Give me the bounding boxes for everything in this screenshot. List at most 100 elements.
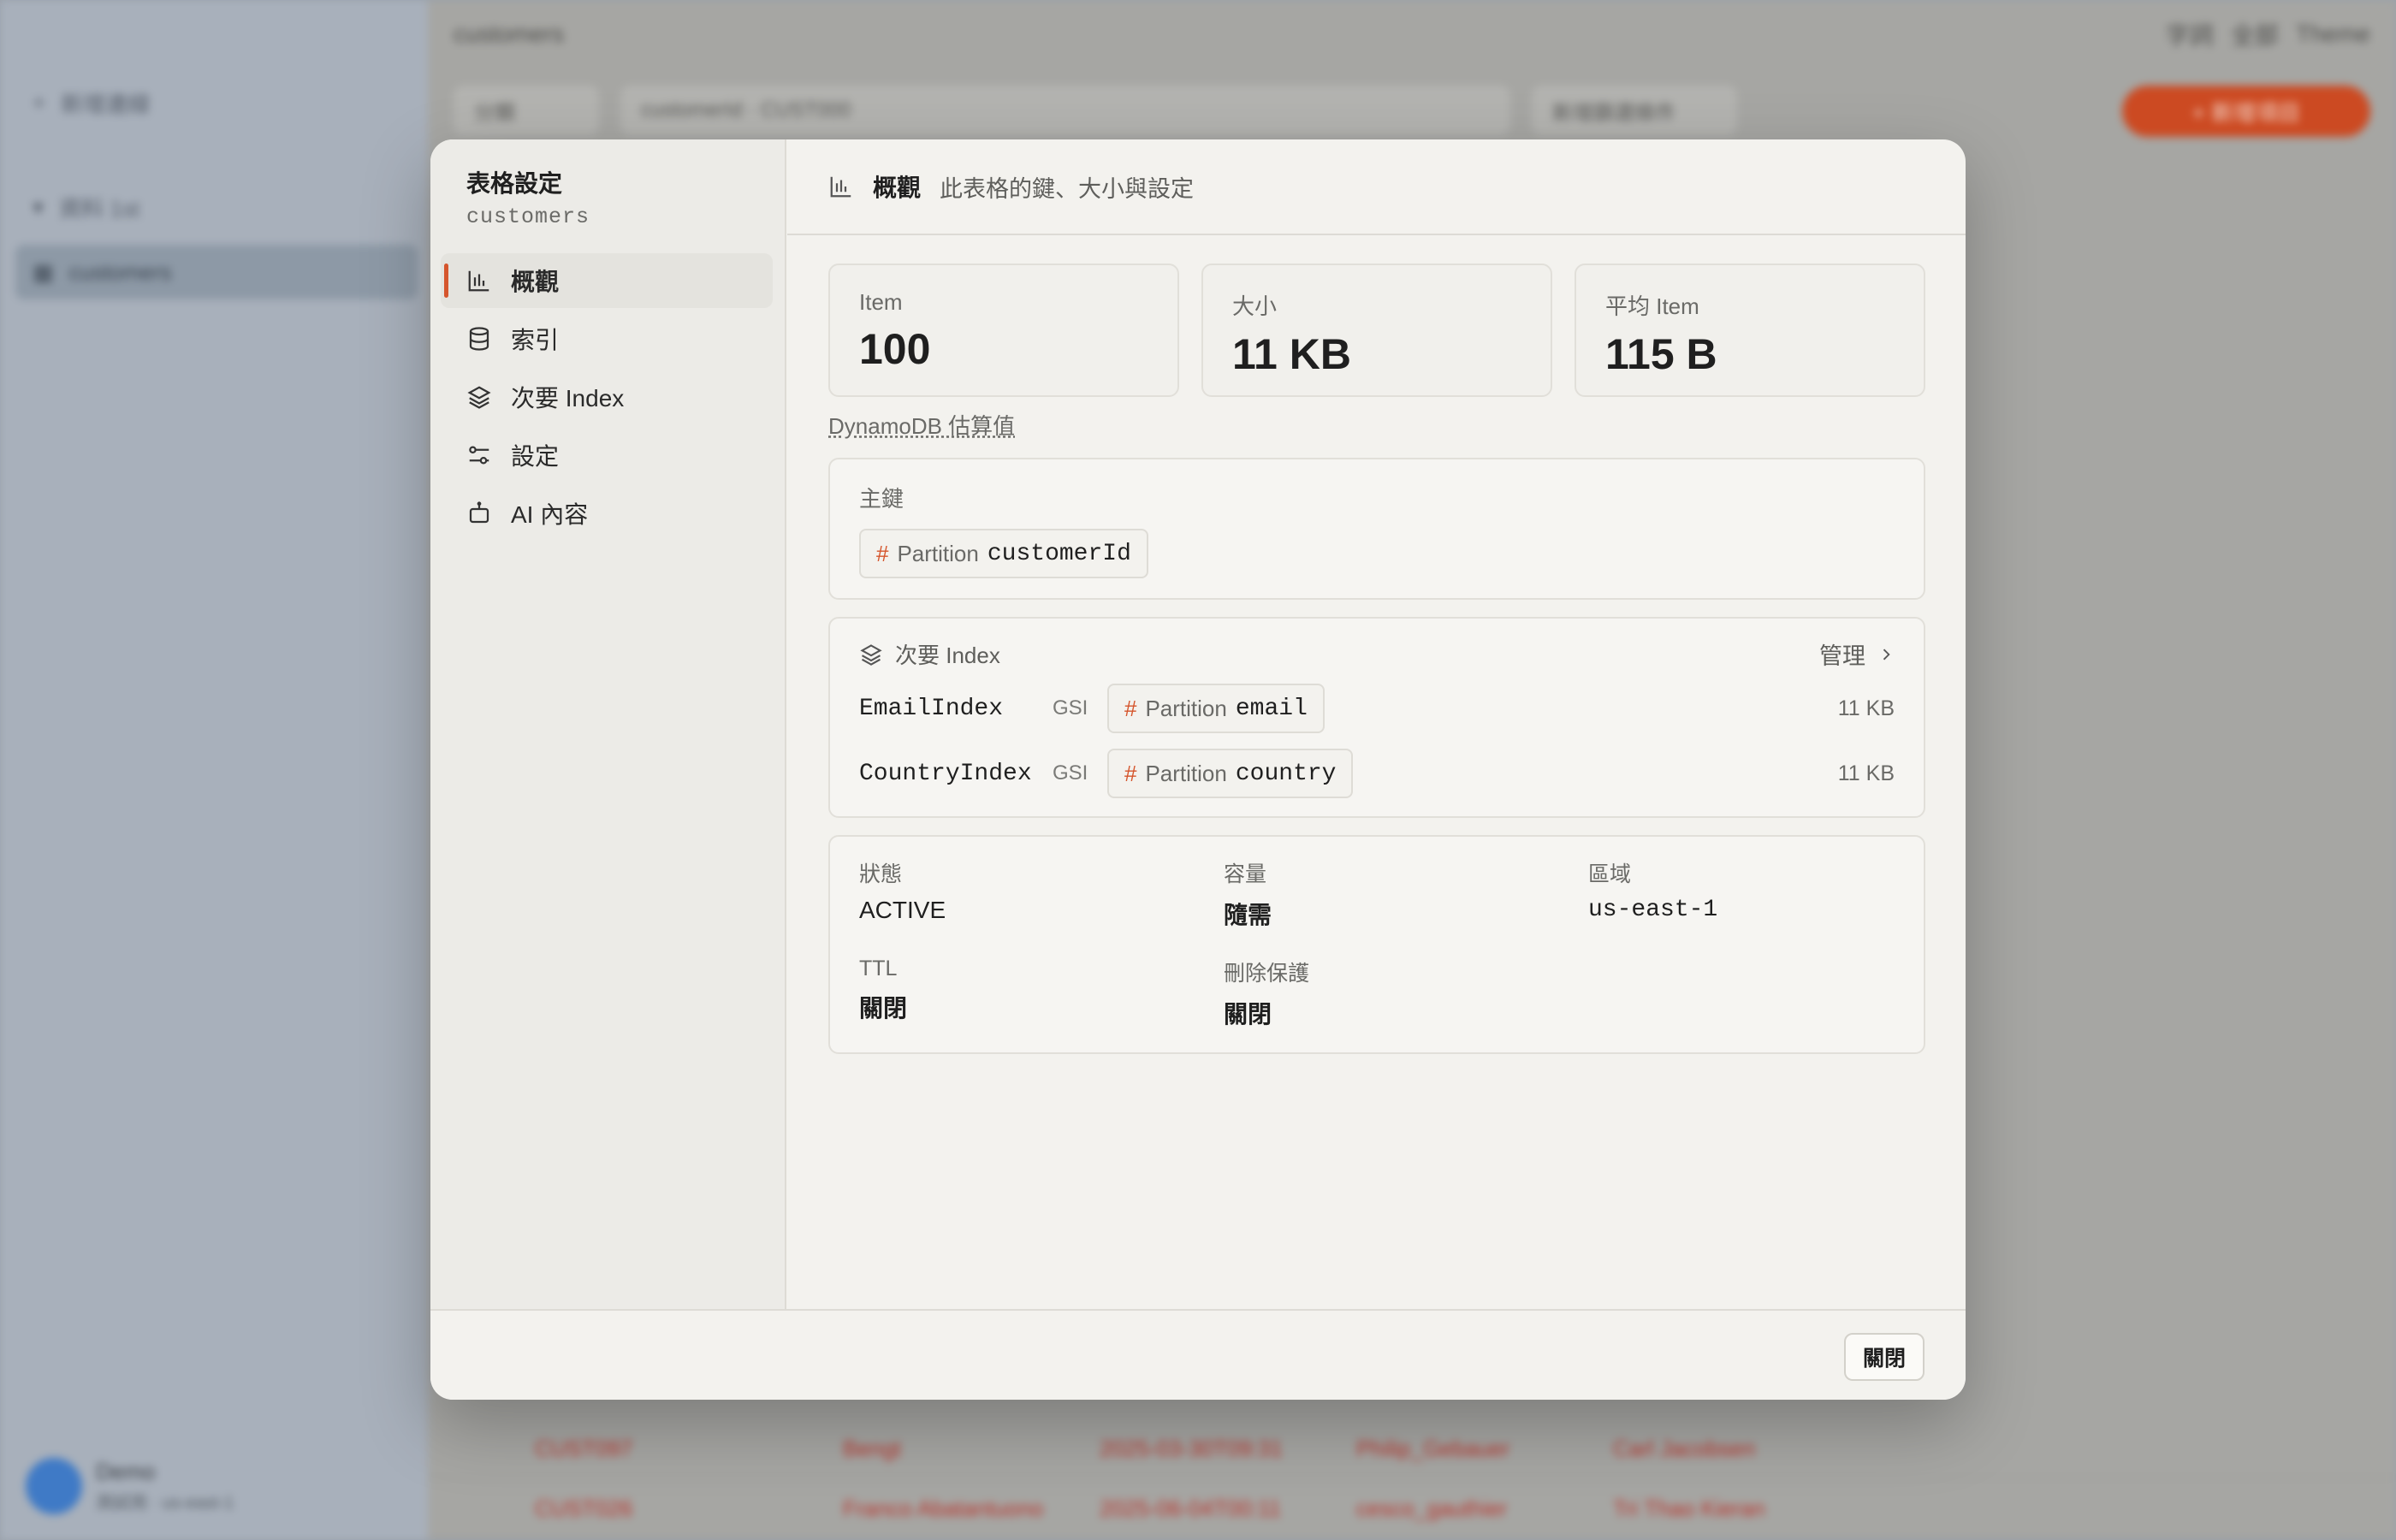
table-row[interactable]: CUST026 Franco Abatantuono 2025-06-04T00… (428, 1480, 2396, 1538)
dialog-title: 表格設定 (466, 170, 563, 197)
stat-label: 大小 (1232, 293, 1278, 319)
detail-label: 容量 (1224, 862, 1267, 886)
stat-label: Item (859, 289, 903, 315)
key-type: Partition (1145, 760, 1227, 786)
table-cell: 2025-06-04T00:11 (1100, 1495, 1282, 1521)
nav-item-overview[interactable]: 概觀 (441, 253, 773, 308)
detail-value: us-east-1 (1588, 897, 1718, 923)
key-name: email (1235, 695, 1308, 722)
key-name: customerId (987, 540, 1131, 567)
app-topbar: customers 字詞 全部 Theme (428, 0, 2396, 68)
primary-key-label: 主鍵 (859, 486, 904, 512)
key-chip: # Partition email (1107, 684, 1325, 733)
index-size: 11 KB (1837, 761, 1895, 785)
details-card: 狀態 ACTIVE 容量 隨需 區域 us-east-1 TTL 關閉 刪除保護 (828, 835, 1925, 1054)
chevron-right-icon (1883, 649, 1890, 660)
index-size: 11 KB (1837, 696, 1895, 720)
settings-nav: 概觀 索引 次要 Index 設定 AI 內容 (441, 253, 773, 544)
filter-label: 分類 (474, 101, 515, 125)
table-settings-dialog: 表格設定 customers 概觀 索引 次要 Index 設定 AI 內容 概… (430, 139, 1966, 1400)
table-row[interactable]: CUST097 Bengt 2025-03-30T09:31 Philip_Ge… (428, 1420, 2396, 1478)
detail-label: TTL (859, 957, 898, 980)
bar-chart-icon (468, 270, 489, 292)
topbar-link[interactable]: 全部 (2231, 17, 2279, 51)
index-name: CountryIndex (859, 760, 1032, 787)
secondary-index-label: 次要 Index (895, 643, 1000, 668)
primary-key-card: 主鍵 # Partition customerId (828, 458, 1925, 600)
stat-value: 11 KB (1232, 330, 1351, 378)
detail-label: 狀態 (859, 862, 903, 886)
detail-status: 狀態 ACTIVE (859, 857, 1224, 931)
nav-item-label: 次要 Index (511, 385, 625, 412)
nav-item-secondary-index[interactable]: 次要 Index (441, 370, 773, 424)
bar-chart-icon (830, 176, 851, 198)
sidebar-item-new-connection[interactable]: + 新增連線 (33, 86, 150, 120)
sidebar-item-customers[interactable]: ▦ customers (15, 245, 418, 299)
nav-item-ai-context[interactable]: AI 內容 (441, 486, 773, 541)
key-filter[interactable]: customerId · CUST000 (620, 86, 1510, 135)
sidebar-item-label: 資料 1st (59, 195, 139, 222)
close-button[interactable]: 關閉 (1844, 1333, 1925, 1381)
table-cell: 2025-03-30T09:31 (1100, 1435, 1283, 1461)
sidebar-item-label: 新增連線 (61, 91, 151, 117)
stat-card-size: 大小 11 KB (1201, 264, 1552, 397)
stat-card-items: Item 100 (828, 264, 1179, 397)
secondary-index-card: 次要 Index 管理 EmailIndex GSI # Partition e… (828, 617, 1925, 818)
new-item-button[interactable]: + 新增項目 (2122, 86, 2370, 137)
key-name: country (1235, 760, 1337, 787)
detail-value: ACTIVE (859, 897, 946, 923)
table-cell: Carl Jacobsen (1613, 1435, 1756, 1461)
nav-item-settings[interactable]: 設定 (441, 428, 773, 483)
topbar-link[interactable]: Theme (2296, 21, 2370, 48)
close-label: 關閉 (1862, 1347, 1906, 1371)
table-cell: Bengt (843, 1435, 901, 1461)
app-sidebar: + 新增連線 ▾ 資料 1st ▦ customers Demo 測試用 · u… (0, 0, 428, 1540)
settings-sidebar: 表格設定 customers 概觀 索引 次要 Index 設定 AI 內容 (430, 139, 786, 1309)
index-name: EmailIndex (859, 695, 1004, 722)
detail-label: 刪除保護 (1224, 962, 1310, 986)
filter-dropdown[interactable]: 分類 (454, 86, 599, 135)
manage-link[interactable]: 管理 (1819, 637, 1895, 671)
key-chip: # Partition country (1107, 749, 1354, 798)
hash-icon: # (876, 540, 889, 566)
stats-row: Item 100 大小 11 KB 平均 Item 115 B (828, 264, 1925, 397)
database-icon (469, 327, 489, 351)
dialog-footer: 關閉 (430, 1309, 1966, 1400)
key-type: Partition (1145, 695, 1227, 721)
table-cell: CUST026 (535, 1495, 633, 1521)
detail-label: 區域 (1588, 862, 1632, 886)
topbar-link[interactable]: 字詞 (2166, 17, 2214, 51)
index-row[interactable]: EmailIndex GSI # Partition email 11 KB (859, 676, 1895, 741)
robot-icon (469, 501, 489, 524)
cta-label: + 新增項目 (2191, 99, 2301, 126)
manage-label: 管理 (1819, 643, 1865, 669)
key-type: Partition (897, 540, 979, 566)
index-type: GSI (1053, 696, 1088, 720)
index-type: GSI (1053, 761, 1088, 785)
sidebar-item-database[interactable]: ▾ 資料 1st (33, 190, 139, 224)
add-filter-button[interactable]: 新增篩選條件 (1532, 86, 1737, 135)
nav-item-label: 索引 (511, 327, 560, 353)
index-row[interactable]: CountryIndex GSI # Partition country 11 … (859, 741, 1895, 806)
stat-label: 平均 Item (1605, 293, 1699, 319)
table-cell: Tri Thao Kieran (1613, 1495, 1765, 1521)
hash-icon: # (1124, 760, 1137, 786)
hash-icon: # (1124, 695, 1137, 721)
detail-deletion-protection: 刪除保護 關閉 (1224, 957, 1588, 1030)
layers-icon (467, 386, 491, 409)
section-title: 概觀 (873, 175, 922, 201)
key-filter-label: customerId · CUST000 (641, 98, 851, 121)
user-subtitle: 測試用 · us-east-1 (96, 1494, 234, 1513)
table-name: customers (466, 204, 590, 229)
avatar (26, 1458, 82, 1514)
layers-icon (860, 643, 882, 666)
user-profile[interactable]: Demo 測試用 · us-east-1 (26, 1458, 234, 1514)
detail-ttl: TTL 關閉 (859, 957, 1224, 1030)
section-description: 此表格的鍵、大小與設定 (940, 175, 1195, 202)
detail-value: 關閉 (859, 995, 908, 1022)
nav-item-label: 設定 (511, 443, 560, 470)
table-cell: CUST097 (535, 1435, 633, 1461)
add-filter-label: 新增篩選條件 (1552, 101, 1675, 125)
content-header: 概觀 此表格的鍵、大小與設定 (787, 139, 1966, 235)
nav-item-indexes[interactable]: 索引 (441, 311, 773, 366)
